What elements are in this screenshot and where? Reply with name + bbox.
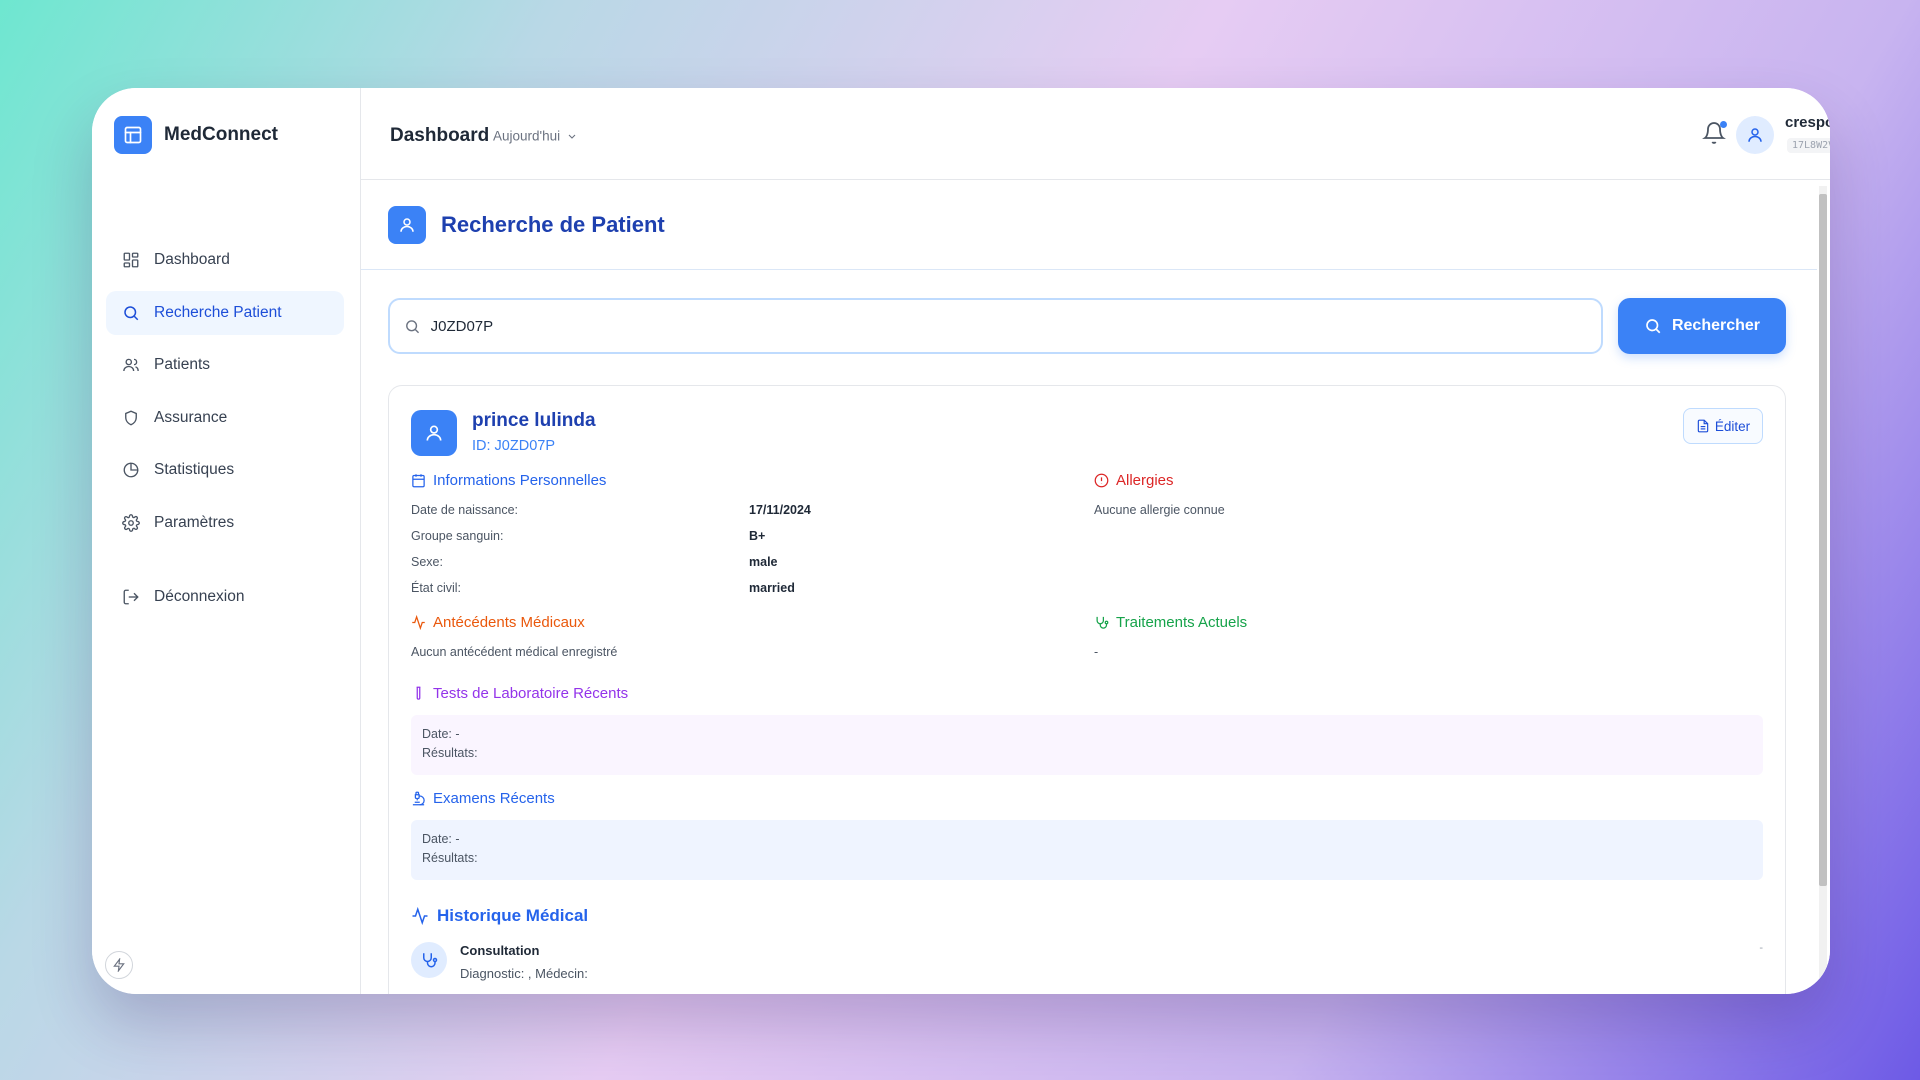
allergies-text: Aucune allergie connue (1094, 503, 1225, 517)
treatments-heading: Traitements Actuels (1094, 614, 1247, 631)
treatments-text: - (1094, 645, 1099, 659)
calendar-icon (412, 474, 425, 488)
activity-icon (412, 615, 425, 630)
sidebar-item-assurance[interactable]: Assurance (106, 396, 344, 440)
sex-label: Sexe: (411, 555, 443, 569)
gear-icon (122, 513, 140, 532)
avatar[interactable] (1736, 116, 1774, 154)
page-content: Recherche de Patient Rechercher prince l… (361, 180, 1817, 994)
patient-search-icon (388, 206, 426, 244)
stethoscope-icon (1096, 616, 1109, 629)
topbar: Dashboard Aujourd'hui crespo 17L8W2V (361, 88, 1830, 180)
user-code: 17L8W2V (1787, 138, 1830, 153)
scrollbar-thumb[interactable] (1819, 194, 1827, 886)
dob-value: 17/11/2024 (749, 503, 811, 517)
blood-group-label: Groupe sanguin: (411, 529, 504, 543)
exam-results: Résultats: (422, 851, 478, 865)
sidebar: MedConnect Dashboard Recherche Patient P… (92, 88, 361, 994)
patient-id: ID: J0ZD07P (472, 438, 555, 454)
sidebar-item-label: Paramètres (154, 513, 235, 531)
page-header: Recherche de Patient (361, 180, 1817, 270)
sex-value: male (749, 555, 778, 569)
medical-history-heading: Historique Médical (411, 906, 588, 926)
sidebar-item-recherche-patient[interactable]: Recherche Patient (106, 290, 344, 335)
document-icon (1697, 419, 1709, 433)
edit-button-label: Éditer (1714, 418, 1751, 434)
scrollbar[interactable] (1819, 186, 1827, 994)
edit-button[interactable]: Éditer (1683, 408, 1763, 444)
search-icon (406, 319, 420, 333)
page-title: Recherche de Patient (441, 212, 665, 237)
nav-separator (106, 553, 344, 575)
sidebar-item-label: Patients (154, 356, 211, 373)
consultation-icon (411, 942, 447, 978)
search-field[interactable] (388, 298, 1603, 354)
microscope-icon (412, 791, 425, 806)
civil-status-value: married (749, 581, 795, 595)
sidebar-nav: Dashboard Recherche Patient Patients Ass… (106, 238, 344, 628)
notification-dot (1720, 121, 1727, 128)
lab-tests-box: Date: - Résultats: (411, 715, 1763, 775)
sidebar-item-label: Dashboard (154, 251, 230, 268)
date-filter-dropdown[interactable]: Aujourd'hui (493, 129, 578, 144)
app-logo-icon (114, 116, 152, 154)
sidebar-item-statistiques[interactable]: Statistiques (106, 448, 344, 492)
patient-card: prince lulinda ID: J0ZD07P Éditer Inform… (388, 385, 1786, 994)
shield-icon (125, 410, 137, 425)
sidebar-item-label: Assurance (154, 408, 228, 426)
history-entry-details: Diagnostic: , Médecin: (460, 966, 588, 981)
bolt-icon (113, 958, 125, 972)
main-area: Dashboard Aujourd'hui crespo 17L8W2V Rec… (361, 88, 1830, 994)
sidebar-item-dashboard[interactable]: Dashboard (106, 238, 344, 282)
sidebar-item-parametres[interactable]: Paramètres (106, 501, 344, 545)
medical-background-text: Aucun antécédent médical enregistré (411, 645, 618, 659)
blood-group-value: B+ (749, 529, 766, 543)
activity-icon (412, 907, 428, 925)
chevron-down-icon (568, 134, 576, 139)
exams-box: Date: - Résultats: (411, 820, 1763, 880)
app-name: MedConnect (164, 124, 278, 145)
brand[interactable]: MedConnect (114, 116, 278, 154)
pie-chart-icon (123, 462, 139, 478)
quick-action-button[interactable] (105, 951, 133, 979)
dob-label: Date de naissance: (411, 503, 519, 517)
logout-label: Déconnexion (154, 588, 245, 605)
logout-button[interactable]: Déconnexion (106, 575, 344, 619)
exams-heading: Examens Récents (411, 790, 555, 807)
search-button[interactable]: Rechercher (1618, 298, 1786, 354)
topbar-title: Dashboard (390, 125, 490, 146)
logout-icon (123, 589, 139, 605)
stethoscope-icon (423, 953, 438, 968)
user-icon (426, 425, 442, 441)
alert-circle-icon (1094, 473, 1109, 488)
exam-date: Date: - (422, 832, 460, 846)
patient-name: prince lulinda (472, 410, 596, 431)
patient-avatar (411, 410, 457, 456)
search-icon (1646, 319, 1661, 334)
personal-info-heading: Informations Personnelles (411, 472, 606, 489)
user-name: crespo (1785, 114, 1830, 131)
users-icon (123, 358, 139, 372)
search-button-label: Rechercher (1671, 317, 1761, 334)
lab-test-date: Date: - (422, 727, 460, 741)
sidebar-item-label: Recherche Patient (154, 303, 282, 321)
test-tube-icon (416, 686, 421, 700)
lab-test-results: Résultats: (422, 746, 478, 760)
grid-icon (123, 252, 139, 268)
medical-background-heading: Antécédents Médicaux (411, 614, 585, 631)
lab-tests-heading: Tests de Laboratoire Récents (411, 685, 628, 702)
history-entry-type: Consultation (460, 943, 540, 958)
civil-status-label: État civil: (411, 581, 462, 595)
user-icon (1748, 128, 1762, 142)
history-entry-date: - (1759, 942, 1763, 954)
sidebar-item-patients[interactable]: Patients (106, 343, 344, 387)
notifications-button[interactable] (1702, 121, 1728, 147)
sidebar-item-label: Statistiques (154, 461, 235, 478)
search-input[interactable] (430, 317, 1601, 335)
date-filter-label: Aujourd'hui (493, 128, 561, 144)
allergies-heading: Allergies (1094, 472, 1174, 489)
search-icon (124, 305, 139, 320)
app-window: MedConnect Dashboard Recherche Patient P… (92, 88, 1830, 994)
